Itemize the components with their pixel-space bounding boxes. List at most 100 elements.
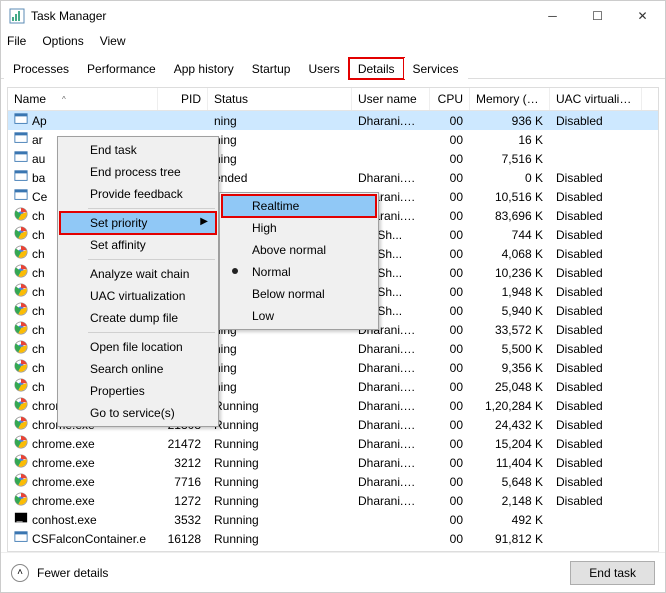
priority-above-normal[interactable]: Above normal	[222, 239, 376, 261]
tab-details[interactable]: Details	[349, 58, 404, 79]
table-row[interactable]: CSFalconContainer.e16128Running0091,812 …	[8, 529, 658, 548]
process-uac: Disabled	[550, 266, 642, 280]
process-name: Ce	[32, 190, 47, 204]
table-row[interactable]: _conhost.exe3532Running00492 K	[8, 510, 658, 529]
tab-performance[interactable]: Performance	[78, 58, 165, 79]
process-status: Running	[208, 456, 352, 470]
process-memory: 1,948 K	[470, 285, 550, 299]
process-cpu: 00	[430, 494, 470, 508]
ctx-set-priority[interactable]: Set priority▶	[60, 212, 216, 234]
minimize-button[interactable]: ─	[530, 1, 575, 31]
process-status: Running	[208, 399, 352, 413]
statusbar: ˄ Fewer details End task	[1, 552, 665, 592]
process-name: chrome.exe	[32, 475, 95, 489]
process-icon	[14, 321, 28, 338]
process-cpu: 00	[430, 228, 470, 242]
ctx-properties[interactable]: Properties	[60, 380, 216, 402]
header-cpu[interactable]: CPU	[430, 88, 470, 110]
process-memory: 744 K	[470, 228, 550, 242]
tab-users[interactable]: Users	[299, 58, 348, 79]
process-cpu: 00	[430, 361, 470, 375]
header-uac[interactable]: UAC virtualizat...	[550, 88, 642, 110]
process-icon	[14, 226, 28, 243]
menu-file[interactable]: File	[7, 34, 26, 48]
process-name: chrome.exe	[32, 494, 95, 508]
process-pid: 16128	[158, 532, 208, 546]
process-memory: 2,148 K	[470, 494, 550, 508]
tab-app-history[interactable]: App history	[165, 58, 243, 79]
process-cpu: 00	[430, 418, 470, 432]
process-name: ch	[32, 285, 45, 299]
process-memory: 936 K	[470, 114, 550, 128]
app-icon	[9, 8, 25, 24]
process-memory: 10,236 K	[470, 266, 550, 280]
fewer-details-button[interactable]: ˄ Fewer details	[11, 564, 108, 582]
process-user: Dharani.Sh...	[352, 380, 430, 394]
process-memory: 25,048 K	[470, 380, 550, 394]
process-uac: Disabled	[550, 114, 642, 128]
menubar: File Options View	[1, 31, 665, 51]
process-memory: 11,404 K	[470, 456, 550, 470]
process-name: ch	[32, 304, 45, 318]
tab-services[interactable]: Services	[404, 58, 468, 79]
priority-normal[interactable]: Normal	[222, 261, 376, 283]
maximize-button[interactable]: ☐	[575, 1, 620, 31]
table-row[interactable]: chrome.exe3212RunningDharani.Sh...0011,4…	[8, 453, 658, 472]
header-name[interactable]: Name^	[8, 88, 158, 110]
tab-startup[interactable]: Startup	[243, 58, 300, 79]
end-task-button[interactable]: End task	[570, 561, 655, 585]
ctx-open-file-location[interactable]: Open file location	[60, 336, 216, 358]
ctx-set-affinity[interactable]: Set affinity	[60, 234, 216, 256]
process-user: Dharani.Sh...	[352, 171, 430, 185]
process-memory: 4,068 K	[470, 247, 550, 261]
process-uac: Disabled	[550, 285, 642, 299]
ctx-go-to-service-s-[interactable]: Go to service(s)	[60, 402, 216, 424]
table-row[interactable]: chrome.exe1272RunningDharani.Sh...002,14…	[8, 491, 658, 510]
ctx-uac-virtualization[interactable]: UAC virtualization	[60, 285, 216, 307]
process-status: Running	[208, 494, 352, 508]
process-icon	[14, 416, 28, 433]
table-row[interactable]: chrome.exe7716RunningDharani.Sh...005,64…	[8, 472, 658, 491]
priority-low[interactable]: Low	[222, 305, 376, 327]
close-button[interactable]: ✕	[620, 1, 665, 31]
process-name: ch	[32, 247, 45, 261]
priority-realtime[interactable]: Realtime	[222, 195, 376, 217]
priority-submenu[interactable]: RealtimeHighAbove normalNormalBelow norm…	[219, 192, 379, 330]
ctx-search-online[interactable]: Search online	[60, 358, 216, 380]
process-cpu: 00	[430, 114, 470, 128]
process-name: ch	[32, 380, 45, 394]
ctx-create-dump-file[interactable]: Create dump file	[60, 307, 216, 329]
header-pid[interactable]: PID	[158, 88, 208, 110]
process-memory: 5,500 K	[470, 342, 550, 356]
process-user: Dharani.Sh...	[352, 456, 430, 470]
priority-high[interactable]: High	[222, 217, 376, 239]
process-pid: 3212	[158, 456, 208, 470]
priority-below-normal[interactable]: Below normal	[222, 283, 376, 305]
process-memory: 83,696 K	[470, 209, 550, 223]
process-cpu: 00	[430, 209, 470, 223]
ctx-end-process-tree[interactable]: End process tree	[60, 161, 216, 183]
header-user[interactable]: User name	[352, 88, 430, 110]
process-status: Running	[208, 475, 352, 489]
ctx-analyze-wait-chain[interactable]: Analyze wait chain	[60, 263, 216, 285]
menu-options[interactable]: Options	[42, 34, 83, 48]
process-user: Dharani.Sh...	[352, 437, 430, 451]
titlebar[interactable]: Task Manager ─ ☐ ✕	[1, 1, 665, 31]
process-icon	[14, 112, 28, 129]
menu-separator	[88, 208, 215, 209]
column-headers[interactable]: Name^ PID Status User name CPU Memory (a…	[8, 88, 658, 111]
process-user: Dharani.Sh...	[352, 361, 430, 375]
header-status[interactable]: Status	[208, 88, 352, 110]
process-uac: Disabled	[550, 190, 642, 204]
ctx-provide-feedback[interactable]: Provide feedback	[60, 183, 216, 205]
process-name: ar	[32, 133, 43, 147]
process-status: Running	[208, 418, 352, 432]
table-row[interactable]: ApningDharani.Sh...00936 KDisabled	[8, 111, 658, 130]
table-row[interactable]: chrome.exe21472RunningDharani.Sh...0015,…	[8, 434, 658, 453]
ctx-end-task[interactable]: End task	[60, 139, 216, 161]
header-memory[interactable]: Memory (a...	[470, 88, 550, 110]
context-menu[interactable]: End taskEnd process treeProvide feedback…	[57, 136, 219, 427]
menu-view[interactable]: View	[100, 34, 126, 48]
process-cpu: 00	[430, 532, 470, 546]
tab-processes[interactable]: Processes	[4, 58, 78, 79]
